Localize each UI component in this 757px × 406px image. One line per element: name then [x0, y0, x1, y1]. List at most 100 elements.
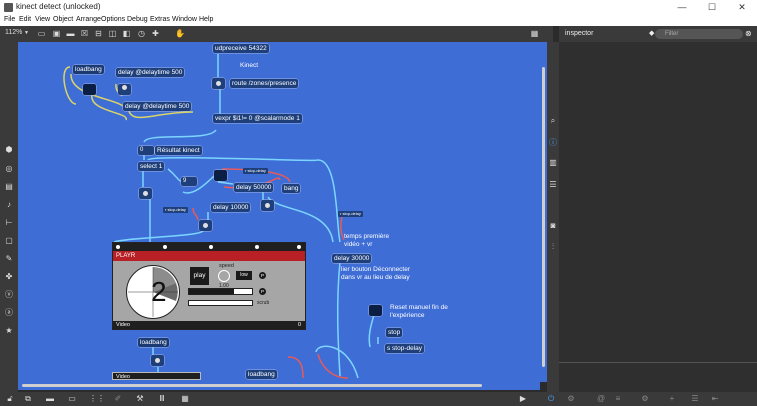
playr-p-button-2[interactable]: P: [259, 288, 266, 295]
delay-50000-bang[interactable]: [261, 200, 274, 211]
gate-object-2[interactable]: [214, 170, 227, 181]
list-icon[interactable]: ☰: [547, 180, 559, 190]
zoom-dropdown-icon[interactable]: ▼: [22, 29, 31, 38]
delay-10000-bang[interactable]: [199, 220, 212, 231]
puzzle-icon[interactable]: ✤: [4, 272, 14, 282]
menu-window[interactable]: Window: [172, 16, 197, 23]
new-view-icon[interactable]: ▭: [67, 394, 77, 404]
power-icon[interactable]: ⏻: [546, 394, 556, 404]
lock-icon[interactable]: 🔓︎: [5, 394, 15, 404]
route-object[interactable]: route /zones/presence: [230, 79, 299, 88]
menu-arrange[interactable]: Arrange: [76, 16, 101, 23]
receive-stop-delay-2[interactable]: r stop-delay: [163, 207, 188, 213]
dial-icon[interactable]: ◷: [137, 29, 146, 38]
vertical-scroll-thumb[interactable]: [542, 67, 545, 367]
delay-10000-object[interactable]: delay 10000: [211, 203, 251, 212]
receive-stop-delay-3[interactable]: r stop-delay: [338, 211, 363, 217]
toggle-object[interactable]: [118, 84, 131, 95]
send-stop-delay-object[interactable]: s stop-delay: [385, 344, 425, 353]
presentation-icon[interactable]: ▭: [37, 29, 46, 38]
delay-30000-object[interactable]: delay 30000: [332, 254, 372, 263]
pencil-icon[interactable]: ✎: [4, 254, 14, 264]
package-icon[interactable]: ⬢: [4, 145, 14, 155]
grid-snap-icon[interactable]: ⋮⋮: [89, 394, 105, 404]
udpreceive-object[interactable]: udpreceive 54322: [213, 44, 269, 53]
playr-inlet-3[interactable]: [209, 245, 213, 249]
hand-icon[interactable]: ✋: [175, 29, 185, 38]
playr-speed-dial[interactable]: [218, 270, 230, 282]
at-icon[interactable]: @: [596, 394, 606, 404]
keyboard-icon[interactable]: ▦: [180, 394, 190, 404]
plus-icon[interactable]: ✚: [151, 29, 160, 38]
delay-object-2[interactable]: delay @delaytime 500: [123, 102, 192, 111]
playr-p-button-1[interactable]: P: [259, 272, 266, 279]
gate-object-3[interactable]: [369, 305, 382, 316]
menu-help[interactable]: Help: [199, 16, 213, 23]
settings-icon[interactable]: ⚙: [566, 394, 576, 404]
menu-debug[interactable]: Debug: [127, 16, 148, 23]
delay-50000-object[interactable]: delay 50000: [234, 183, 274, 192]
playr-module[interactable]: PLAYR 2 play speed 1.00 low P P scrub Vi…: [112, 242, 306, 330]
playr-scrub-bar[interactable]: [188, 300, 253, 306]
presentation-mode-icon[interactable]: ⧉: [23, 394, 33, 404]
vertical-scrollbar[interactable]: [540, 42, 547, 382]
select-bang[interactable]: [139, 188, 152, 199]
info-icon[interactable]: ⓘ: [547, 138, 559, 148]
camera-icon[interactable]: ◙: [547, 221, 559, 231]
v-icon[interactable]: ⓥ: [4, 290, 14, 300]
receive-stop-delay-1[interactable]: r stop-delay: [243, 168, 268, 174]
menu-object[interactable]: Object: [53, 16, 73, 23]
playr-inlet-2[interactable]: [163, 245, 167, 249]
number-box-zero[interactable]: 0: [138, 146, 154, 155]
minimize-button[interactable]: —: [667, 0, 697, 15]
bracket-icon[interactable]: ⊢: [4, 218, 14, 228]
loadbang-object-2[interactable]: loadbang: [138, 338, 169, 347]
object-box-icon[interactable]: ☒: [80, 29, 89, 38]
loadbang-object-1[interactable]: loadbang: [73, 65, 104, 74]
patcher-canvas[interactable]: udpreceive 54322 Kinect route /zones/pre…: [18, 42, 540, 382]
playr-play-button[interactable]: play: [190, 267, 209, 285]
object-icon[interactable]: ◆: [649, 29, 654, 37]
maximize-button[interactable]: ☐: [697, 0, 727, 15]
play-transport-icon[interactable]: ▶: [518, 394, 528, 404]
menu-file[interactable]: File: [4, 16, 15, 23]
comment-icon[interactable]: ▬: [66, 29, 75, 38]
arrow-left-icon[interactable]: ⇤: [710, 394, 720, 404]
edit-icon[interactable]: ✐: [113, 394, 123, 404]
sidebar-toggle-icon[interactable]: ▦: [530, 29, 539, 38]
bang-object[interactable]: bang: [282, 184, 301, 193]
add-icon[interactable]: +: [667, 394, 677, 404]
target-icon[interactable]: ◎: [4, 164, 14, 174]
debug-window-icon[interactable]: ▬: [45, 394, 55, 404]
delay-object-1[interactable]: delay @delaytime 500: [116, 68, 185, 77]
search-icon[interactable]: ⌕: [547, 116, 559, 126]
gear-icon[interactable]: ⚙: [640, 394, 650, 404]
vexpr-object[interactable]: vexpr $i1!= 0 @scalarmode 1: [213, 114, 302, 123]
mixer-icon[interactable]: ⫶: [547, 242, 559, 252]
a-icon[interactable]: ⓐ: [4, 308, 14, 318]
sliders-icon[interactable]: ≡: [613, 394, 623, 404]
menu-edit[interactable]: Edit: [19, 16, 31, 23]
book-icon[interactable]: ▥: [547, 158, 559, 168]
playr-inlet-5[interactable]: [297, 245, 301, 249]
video-player-2[interactable]: Video: [112, 372, 201, 380]
menu-view[interactable]: View: [35, 16, 50, 23]
inspector-filter-input[interactable]: Filter: [655, 29, 743, 39]
playr-slider[interactable]: [188, 288, 253, 295]
music-note-icon[interactable]: ♪: [4, 200, 14, 210]
horizontal-scrollbar[interactable]: [18, 382, 540, 390]
horizontal-scroll-thumb[interactable]: [22, 384, 482, 387]
image-icon[interactable]: ▢: [4, 236, 14, 246]
loadbang2-bang[interactable]: [151, 355, 164, 366]
close-button[interactable]: ✕: [727, 0, 757, 15]
gate-object-1[interactable]: [83, 84, 96, 95]
menu-options[interactable]: Options: [101, 16, 125, 23]
number-box-nine[interactable]: 9: [181, 177, 197, 186]
toggle-icon[interactable]: ◫: [108, 29, 117, 38]
route-bang[interactable]: [212, 78, 225, 89]
playr-low-button[interactable]: low: [236, 271, 252, 280]
playr-inlet-4[interactable]: [255, 245, 259, 249]
grid-icon[interactable]: ▣: [52, 29, 61, 38]
message-box-icon[interactable]: ⊟: [94, 29, 103, 38]
numbox-icon[interactable]: ◧: [122, 29, 131, 38]
